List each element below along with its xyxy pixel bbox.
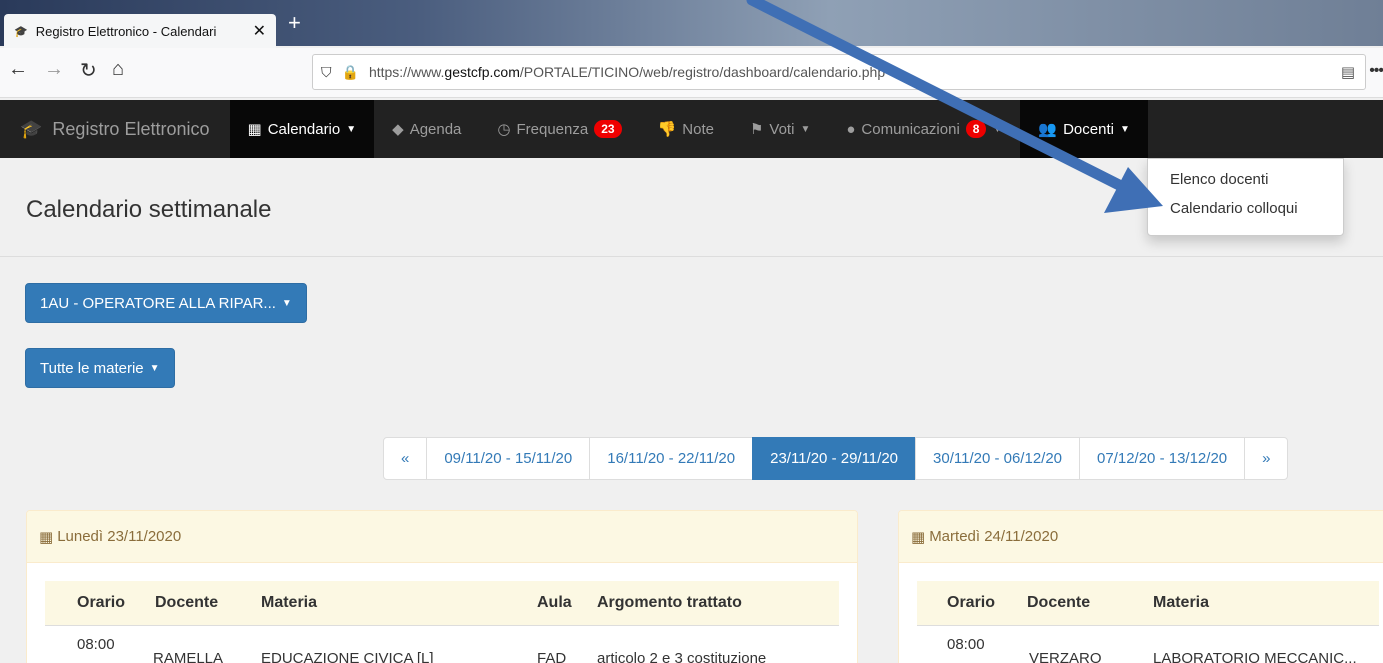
- close-icon[interactable]: ✕: [253, 21, 266, 41]
- docenti-dropdown-menu: Elenco docenti Calendario colloqui: [1147, 158, 1344, 236]
- cell-orario: 08:00: [77, 636, 115, 653]
- nav-label: Note: [682, 120, 714, 138]
- cell-materia: LABORATORIO MECCANIC...: [1153, 650, 1357, 663]
- browser-tab[interactable]: 🎓 Registro Elettronico - Calendari ✕: [4, 14, 276, 48]
- pagination-next[interactable]: »: [1244, 437, 1289, 480]
- tab-title: Registro Elettronico - Calendari: [35, 23, 217, 39]
- brand[interactable]: 🎓 Registro Elettronico: [0, 100, 230, 158]
- caret-down-icon: ▼: [281, 297, 292, 309]
- table-header: Orario Docente Materia: [917, 581, 1379, 625]
- caret-down-icon: ▼: [992, 123, 1003, 135]
- col-orario: Orario: [947, 594, 996, 611]
- col-aula: Aula: [537, 594, 572, 611]
- url-domain: gestcfp.com: [444, 64, 520, 80]
- home-icon[interactable]: ⌂: [112, 58, 124, 81]
- table-row: 08:00 VERZARO LABORATORIO MECCANIC...: [917, 625, 1379, 663]
- browser-toolbar: ← → ↻ ⌂ ⛉ 🔒 https://www. gestcfp.com/PORT…: [0, 48, 1383, 98]
- nav-note[interactable]: 👎 Note: [640, 100, 732, 158]
- cell-materia: EDUCAZIONE CIVICA [L]: [261, 650, 434, 663]
- pagination-week-active[interactable]: 23/11/20 - 29/11/20: [752, 437, 917, 480]
- nav-voti[interactable]: ⚑ Voti ▼: [732, 100, 828, 158]
- brand-label: Registro Elettronico: [52, 118, 210, 139]
- divider: [0, 256, 1383, 257]
- nav-label: Voti: [769, 120, 795, 138]
- comment-icon: ●: [846, 120, 856, 138]
- thumbs-down-icon: 👎: [657, 121, 677, 138]
- nav-label: Comunicazioni: [861, 120, 960, 138]
- pagination-week[interactable]: 16/11/20 - 22/11/20: [589, 437, 754, 480]
- reader-view-icon[interactable]: ▤: [1341, 63, 1355, 81]
- menu-item-calendario-colloqui[interactable]: Calendario colloqui: [1148, 194, 1343, 223]
- plus-icon[interactable]: +: [288, 10, 301, 36]
- cell-docente: VERZARO: [1029, 650, 1102, 663]
- flag-icon: ⚑: [749, 121, 764, 138]
- calendar-icon: ▦: [911, 528, 926, 546]
- page-title: Calendario settimanale: [26, 196, 272, 223]
- week-pagination: « 09/11/20 - 15/11/20 16/11/20 - 22/11/2…: [383, 437, 1289, 480]
- table-header: Orario Docente Materia Aula Argomento tr…: [45, 581, 839, 625]
- tags-icon: ◆: [392, 121, 404, 138]
- col-materia: Materia: [1153, 594, 1210, 611]
- class-select-button[interactable]: 1AU - OPERATORE ALLA RIPAR... ▼: [25, 283, 307, 323]
- day-label: Martedì 24/11/2020: [929, 528, 1059, 545]
- nav-label: Agenda: [409, 120, 462, 138]
- subject-select-label: Tutte le materie: [40, 359, 144, 377]
- url-bar[interactable]: ⛉ 🔒 https://www. gestcfp.com/PORTALE/TICI…: [312, 54, 1366, 90]
- pagination-week[interactable]: 09/11/20 - 15/11/20: [426, 437, 591, 480]
- lessons-table: Orario Docente Materia Aula Argomento tr…: [45, 581, 839, 663]
- caret-down-icon: ▼: [1119, 123, 1130, 135]
- cell-aula: FAD: [537, 650, 567, 663]
- reload-icon[interactable]: ↻: [80, 58, 97, 83]
- graduation-cap-icon: 🎓: [14, 25, 28, 38]
- pagination-week[interactable]: 30/11/20 - 06/12/20: [915, 437, 1081, 480]
- lock-icon: 🔒: [341, 63, 359, 80]
- nav-docenti[interactable]: 👥 Docenti ▼: [1020, 100, 1148, 158]
- caret-down-icon: ▼: [149, 362, 160, 374]
- day-panel-heading: ▦ Martedì 24/11/2020: [899, 511, 1383, 563]
- table-row: 08:00 RAMELLA EDUCAZIONE CIVICA [L] FAD …: [45, 625, 839, 663]
- cell-docente: RAMELLA: [153, 650, 224, 663]
- pagination-week[interactable]: 07/12/20 - 13/12/20: [1079, 437, 1246, 480]
- pagination-prev[interactable]: «: [383, 437, 428, 480]
- day-label: Lunedì 23/11/2020: [57, 528, 182, 545]
- forward-arrow-icon[interactable]: →: [44, 58, 64, 81]
- menu-item-elenco-docenti[interactable]: Elenco docenti: [1148, 165, 1343, 194]
- nav-comunicazioni[interactable]: ● Comunicazioni 8 ▼: [828, 100, 1020, 158]
- url-prefix: https://www.: [368, 64, 445, 80]
- graduation-cap-icon: 🎓: [20, 118, 43, 139]
- nav-label: Docenti: [1063, 120, 1114, 138]
- nav-frequenza[interactable]: ◷ Frequenza 23: [479, 100, 639, 158]
- col-materia: Materia: [261, 594, 318, 611]
- col-docente: Docente: [1027, 594, 1091, 611]
- cell-orario: 08:00: [947, 636, 985, 653]
- calendar-icon: ▦: [247, 121, 262, 138]
- frequenza-badge: 23: [594, 120, 622, 138]
- day-panel: ▦ Martedì 24/11/2020 Orario Docente Mate…: [898, 510, 1383, 663]
- lessons-table: Orario Docente Materia 08:00 VERZARO LAB…: [917, 581, 1379, 663]
- comunicazioni-badge: 8: [965, 120, 987, 138]
- nav-label: Frequenza: [516, 120, 589, 138]
- clock-icon: ◷: [497, 121, 511, 138]
- users-icon: 👥: [1038, 121, 1058, 138]
- cell-argomento: articolo 2 e 3 costituzione: [597, 650, 767, 663]
- calendar-icon: ▦: [39, 528, 54, 546]
- col-argomento: Argomento trattato: [597, 594, 742, 611]
- nav-label: Calendario: [267, 120, 341, 138]
- app-navbar: 🎓 Registro Elettronico ▦ Calendario ▼ ◆ …: [0, 100, 1383, 158]
- class-select-label: 1AU - OPERATORE ALLA RIPAR...: [40, 294, 276, 312]
- caret-down-icon: ▼: [800, 123, 811, 135]
- browser-tab-bar: 🎓 Registro Elettronico - Calendari ✕ +: [0, 0, 1383, 48]
- back-arrow-icon[interactable]: ←: [8, 58, 28, 81]
- url-path: /PORTALE/TICINO/web/registro/dashboard/c…: [519, 64, 886, 80]
- day-panel: ▦ Lunedì 23/11/2020 Orario Docente Mater…: [26, 510, 858, 663]
- nav-agenda[interactable]: ◆ Agenda: [374, 100, 479, 158]
- col-orario: Orario: [77, 594, 126, 611]
- day-panel-heading: ▦ Lunedì 23/11/2020: [27, 511, 857, 563]
- more-menu-icon[interactable]: •••: [1369, 62, 1383, 80]
- subject-select-button[interactable]: Tutte le materie ▼: [25, 348, 175, 388]
- nav-calendario[interactable]: ▦ Calendario ▼: [229, 100, 375, 158]
- col-docente: Docente: [155, 594, 219, 611]
- shield-icon: ⛉: [321, 63, 332, 80]
- caret-down-icon: ▼: [346, 123, 357, 135]
